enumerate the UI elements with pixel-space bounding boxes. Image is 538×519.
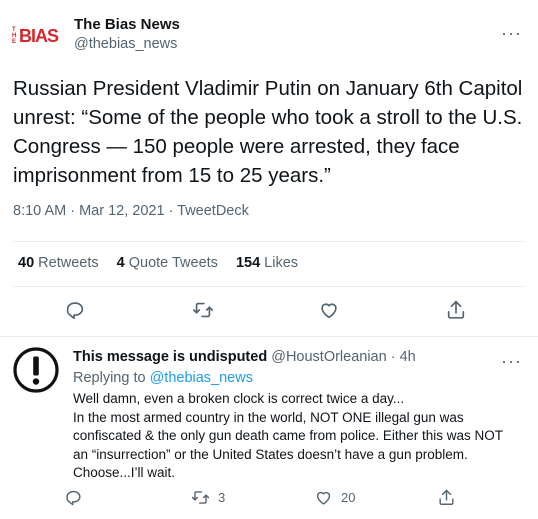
quote-tweets-label: Quote Tweets — [128, 255, 218, 271]
divider — [13, 286, 525, 287]
more-horizontal-icon[interactable]: ··· — [501, 24, 522, 42]
retweets-stat[interactable]: 40 Retweets — [18, 255, 99, 271]
likes-label: Likes — [264, 255, 299, 271]
retweet-icon — [191, 491, 210, 504]
retweets-label: Retweets — [38, 255, 99, 271]
reply-text: Well damn, even a broken clock is correc… — [73, 390, 513, 483]
tweet-meta[interactable]: 8:10 AM · Mar 12, 2021 · TweetDeck — [13, 203, 249, 219]
tweet-actions — [0, 298, 538, 328]
logo-big-text: BIAS — [18, 25, 59, 46]
divider — [13, 241, 525, 242]
quote-tweets-stat[interactable]: 4 Quote Tweets — [117, 255, 218, 271]
share-icon[interactable] — [437, 488, 456, 507]
replying-to: Replying to @thebias_news — [73, 370, 253, 386]
author-avatar-logo[interactable]: THE BIAS — [12, 24, 59, 48]
like-icon[interactable] — [317, 298, 341, 322]
reply-header: This message is undisputed @HoustOrleani… — [73, 349, 416, 365]
reply-like-count: 20 — [341, 490, 356, 505]
reply-text-line: Well damn, even a broken clock is correc… — [73, 391, 405, 406]
reply-icon[interactable] — [63, 298, 87, 322]
logo-small-text: THE — [12, 27, 17, 45]
likes-count: 154 — [235, 255, 261, 271]
tweet-stats: 40 Retweets 4 Quote Tweets 154 Likes — [18, 255, 316, 271]
reply-retweet-count: 3 — [218, 490, 226, 505]
separator: · — [390, 349, 396, 365]
like-icon — [316, 491, 331, 505]
reply-retweet-button[interactable]: 3 — [191, 488, 225, 507]
reply-avatar[interactable] — [13, 347, 59, 393]
reply-icon[interactable] — [64, 488, 83, 507]
replying-to-label: Replying to — [73, 370, 146, 386]
quote-tweets-count: 4 — [116, 255, 125, 271]
reply-author-name[interactable]: This message is undisputed — [73, 349, 267, 365]
more-horizontal-icon[interactable]: ··· — [501, 352, 522, 370]
replying-to-handle[interactable]: @thebias_news — [150, 370, 253, 386]
tweet-text: Russian President Vladimir Putin on Janu… — [13, 77, 523, 187]
author-handle[interactable]: @thebias_news — [74, 36, 177, 52]
reply-actions: 3 20 — [0, 488, 538, 512]
reply-text-line: In the most armed country in the world, … — [73, 409, 503, 481]
author-name[interactable]: The Bias News — [74, 16, 180, 33]
retweet-icon[interactable] — [191, 298, 215, 322]
reply-like-button[interactable]: 20 — [314, 488, 355, 507]
reply-author-handle[interactable]: @HoustOrleanian — [271, 349, 386, 365]
reply-time[interactable]: 4h — [400, 349, 416, 365]
retweets-count: 40 — [18, 255, 35, 271]
likes-stat[interactable]: 154 Likes — [236, 255, 298, 271]
divider — [0, 336, 538, 337]
share-icon[interactable] — [444, 298, 468, 322]
